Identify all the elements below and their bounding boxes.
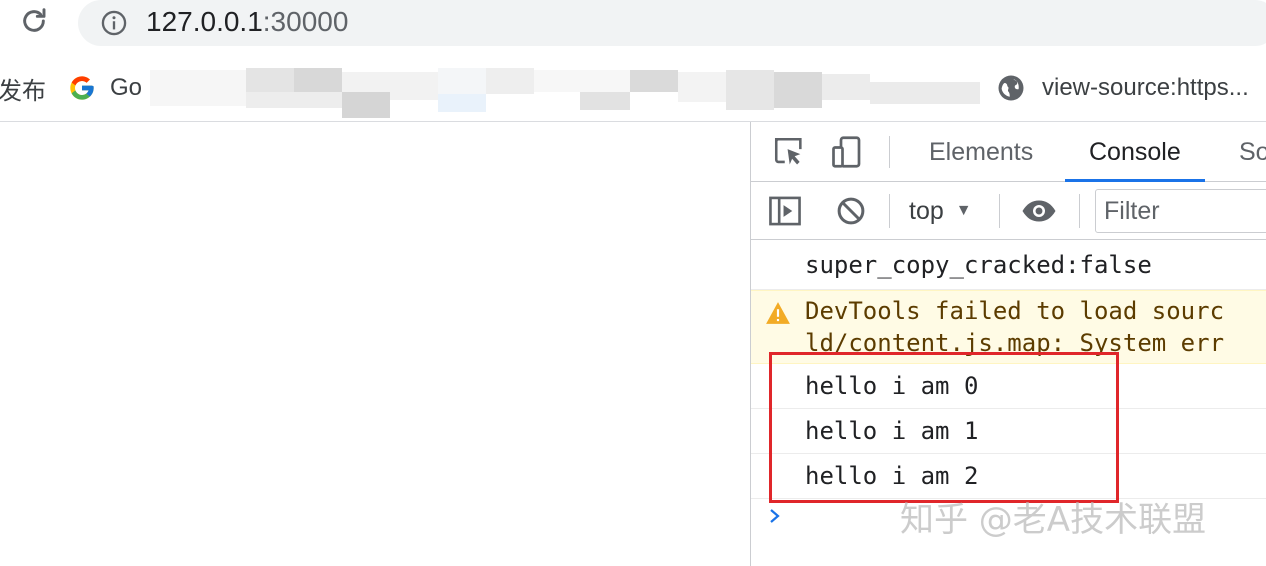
tab-sources[interactable]: So [1215,122,1266,182]
filter-input[interactable] [1095,189,1266,233]
bookmark-label: 发布 [0,77,46,105]
tab-console[interactable]: Console [1065,122,1205,182]
redacted-bookmarks [150,62,980,118]
watermark: 知乎 @老A技术联盟 [900,500,1207,540]
url-port: :30000 [262,6,349,37]
bookmark-label: view-source:https... [1042,74,1249,101]
block-icon [837,197,865,225]
devtools-tab-bar: Elements Console So [751,122,1266,182]
message-text: hello i am 2 [805,462,979,490]
toolbar-divider [889,194,890,228]
globe-icon [998,75,1024,101]
console-warning: DevTools failed to load sourc ld/content… [751,290,1266,364]
info-icon[interactable] [100,9,128,37]
console-message: hello i am 1 [751,409,1266,454]
console-toolbar: top ▼ [751,182,1266,240]
page-content[interactable] [0,122,750,566]
console-message: hello i am 0 [751,364,1266,409]
device-icon [832,136,861,168]
toolbar-divider [999,194,1000,228]
toolbar-divider [1079,194,1080,228]
browser-toolbar: 127.0.0.1:30000 [0,0,1266,52]
toolbar-divider [889,136,890,168]
tab-label: So [1239,138,1266,166]
warning-text-line: ld/content.js.map: System err [805,329,1225,357]
sidebar-icon [769,196,801,226]
console-prompt-icon[interactable] [765,504,785,528]
bookmark-item[interactable]: 发布 [0,72,46,105]
device-toolbar-button[interactable] [825,134,869,170]
reload-icon [23,8,46,32]
reload-button[interactable] [14,3,54,39]
live-expression-button[interactable] [1017,194,1061,228]
inspect-element-button[interactable] [769,134,809,170]
clear-console-button[interactable] [831,194,871,228]
url-text[interactable]: 127.0.0.1:30000 [146,6,348,38]
console-message: super_copy_cracked:false [751,240,1266,290]
eye-icon [1022,200,1056,222]
dropdown-arrow-icon: ▼ [955,202,972,219]
bookmarks-bar: 发布 Go view-source:https... [0,52,1266,122]
warning-text-line: DevTools failed to load sourc [805,297,1225,325]
message-text: super_copy_cracked:false [805,251,1152,279]
inspect-icon [774,137,802,165]
bookmark-item-google[interactable]: Go [68,72,142,104]
warning-icon [766,302,790,324]
url-host: 127.0.0.1 [146,6,263,37]
context-selector[interactable]: top ▼ [909,194,972,228]
tab-elements[interactable]: Elements [905,122,1057,182]
bookmark-item-view-source[interactable]: view-source:https... [996,72,1249,104]
message-text: hello i am 1 [805,417,979,445]
context-value: top [909,197,944,225]
google-icon [70,76,94,100]
show-sidebar-button[interactable] [765,194,805,228]
tab-label: Elements [929,138,1034,166]
bookmark-label: Go [110,74,143,101]
message-text: hello i am 0 [805,372,979,400]
address-bar[interactable]: 127.0.0.1:30000 [78,0,1266,46]
tab-label: Console [1089,138,1181,166]
